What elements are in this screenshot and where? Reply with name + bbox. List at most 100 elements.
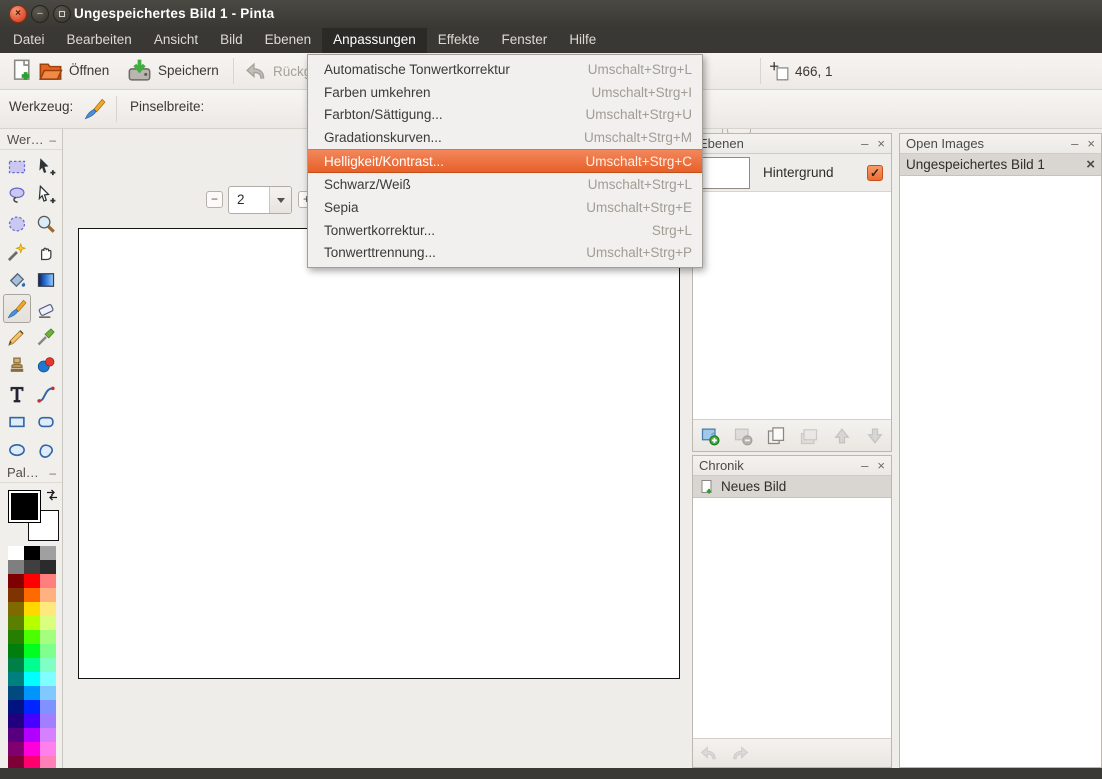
menu-item-farben-umkehren[interactable]: Farben umkehrenUmschalt+Strg+I <box>308 81 702 104</box>
palette-swatch[interactable] <box>40 546 56 560</box>
menubar-item-bearbeiten[interactable]: Bearbeiten <box>56 28 143 53</box>
pan-tool[interactable] <box>32 238 60 266</box>
save-button[interactable]: Speichern <box>127 58 219 83</box>
move-layer-down-button[interactable] <box>865 426 885 446</box>
pencil-tool[interactable] <box>3 323 31 351</box>
palette-swatch[interactable] <box>40 658 56 672</box>
brush-width-spinner[interactable]: 2 <box>228 186 292 214</box>
rectangle-select-tool[interactable] <box>3 153 31 181</box>
palette-swatch[interactable] <box>40 700 56 714</box>
close-panel-icon[interactable]: × <box>877 461 885 471</box>
text-tool[interactable] <box>3 379 31 407</box>
palette-swatch[interactable] <box>24 672 40 686</box>
menubar-item-fenster[interactable]: Fenster <box>491 28 559 53</box>
menu-item-tonwerttrennung[interactable]: Tonwerttrennung...Umschalt+Strg+P <box>308 242 702 265</box>
magic-wand-tool[interactable] <box>3 238 31 266</box>
palette-swatch[interactable] <box>8 658 24 672</box>
palette-swatch[interactable] <box>24 588 40 602</box>
ellipse-select-tool[interactable] <box>3 210 31 238</box>
brush-width-decrease-button[interactable]: − <box>206 191 223 208</box>
palette-swatch[interactable] <box>40 672 56 686</box>
duplicate-layer-button[interactable] <box>766 426 786 446</box>
palette-swatch[interactable] <box>24 742 40 756</box>
layer-visible-checkbox[interactable]: ✓ <box>867 165 883 181</box>
palette-swatch[interactable] <box>24 574 40 588</box>
paint-bucket-tool[interactable] <box>3 266 31 294</box>
palette-swatch[interactable] <box>24 546 40 560</box>
eraser-tool[interactable] <box>32 294 60 322</box>
delete-layer-button[interactable] <box>733 426 753 446</box>
palette-swatch[interactable] <box>8 616 24 630</box>
menubar-item-ebenen[interactable]: Ebenen <box>254 28 323 53</box>
close-panel-icon[interactable]: × <box>1087 139 1095 149</box>
minimize-panel-icon[interactable]: – <box>1071 139 1078 149</box>
palette-swatch[interactable] <box>8 700 24 714</box>
lasso-select-tool[interactable] <box>3 181 31 209</box>
add-layer-button[interactable] <box>700 426 720 446</box>
palette-swatch[interactable] <box>40 728 56 742</box>
menu-item-automatische-tonwertkorrektur[interactable]: Automatische TonwertkorrekturUmschalt+St… <box>308 58 702 81</box>
palette-swatch[interactable] <box>24 602 40 616</box>
palette-swatch[interactable] <box>8 644 24 658</box>
palette-swatch[interactable] <box>8 630 24 644</box>
palette-swatch[interactable] <box>40 686 56 700</box>
palette-swatch[interactable] <box>40 616 56 630</box>
palette-swatch[interactable] <box>40 560 56 574</box>
palette-swatch[interactable] <box>40 630 56 644</box>
palette-swatch[interactable] <box>24 700 40 714</box>
maximize-icon[interactable] <box>53 5 71 23</box>
merge-layer-down-button[interactable] <box>799 426 819 446</box>
current-tool-button[interactable] <box>84 98 106 120</box>
canvas[interactable] <box>78 228 680 679</box>
color-picker-tool[interactable] <box>32 323 60 351</box>
palette-swatch[interactable] <box>40 742 56 756</box>
menubar-item-hilfe[interactable]: Hilfe <box>558 28 607 53</box>
menu-item-farbton-sättigung[interactable]: Farbton/Sättigung...Umschalt+Strg+U <box>308 103 702 126</box>
menubar-item-bild[interactable]: Bild <box>209 28 254 53</box>
minimize-icon[interactable]: – <box>31 5 49 23</box>
swap-colors-icon[interactable] <box>45 488 59 502</box>
palette-swatch[interactable] <box>40 588 56 602</box>
redo-history-button[interactable] <box>731 744 749 762</box>
move-tool[interactable] <box>32 181 60 209</box>
palette-swatch[interactable] <box>8 686 24 700</box>
palette-swatch[interactable] <box>8 728 24 742</box>
palette-swatch[interactable] <box>8 672 24 686</box>
menu-item-helligkeit-kontrast[interactable]: Helligkeit/Kontrast...Umschalt+Strg+C <box>308 149 702 174</box>
line-curve-tool[interactable] <box>32 379 60 407</box>
close-icon[interactable]: × <box>9 5 27 23</box>
menu-item-schwarz-weiß[interactable]: Schwarz/WeißUmschalt+Strg+L <box>308 173 702 196</box>
rectangle-tool[interactable] <box>3 408 31 436</box>
menu-item-sepia[interactable]: SepiaUmschalt+Strg+E <box>308 196 702 219</box>
palette-swatch[interactable] <box>8 742 24 756</box>
zoom-tool[interactable] <box>32 210 60 238</box>
rounded-rectangle-tool[interactable] <box>32 408 60 436</box>
palette-swatch[interactable] <box>24 560 40 574</box>
spinner-dropdown[interactable] <box>269 187 291 213</box>
undo-history-button[interactable] <box>700 744 718 762</box>
minimize-panel-icon[interactable]: – <box>861 461 868 471</box>
history-item[interactable]: Neues Bild <box>693 476 891 498</box>
move-selection-tool[interactable] <box>32 153 60 181</box>
paintbrush-tool[interactable] <box>3 294 31 322</box>
open-image-item[interactable]: Ungespeichertes Bild 1× <box>900 154 1101 176</box>
palette-swatch[interactable] <box>24 686 40 700</box>
menubar-item-datei[interactable]: Datei <box>2 28 56 53</box>
move-layer-up-button[interactable] <box>832 426 852 446</box>
menubar-item-anpassungen[interactable]: Anpassungen <box>322 28 427 53</box>
menu-item-tonwertkorrektur[interactable]: Tonwertkorrektur...Strg+L <box>308 219 702 242</box>
palette-swatch[interactable] <box>8 546 24 560</box>
palette-swatch[interactable] <box>24 644 40 658</box>
palette-swatch[interactable] <box>8 560 24 574</box>
palette-swatch[interactable] <box>24 658 40 672</box>
palette-swatch[interactable] <box>40 644 56 658</box>
ellipse-tool[interactable] <box>3 436 31 464</box>
close-panel-icon[interactable]: × <box>877 139 885 149</box>
close-image-icon[interactable]: × <box>1086 159 1095 171</box>
palette-swatch[interactable] <box>8 714 24 728</box>
gradient-tool[interactable] <box>32 266 60 294</box>
palette-swatch[interactable] <box>40 574 56 588</box>
palette-swatch[interactable] <box>40 714 56 728</box>
palette-swatch[interactable] <box>24 616 40 630</box>
primary-color-swatch[interactable] <box>8 490 41 523</box>
